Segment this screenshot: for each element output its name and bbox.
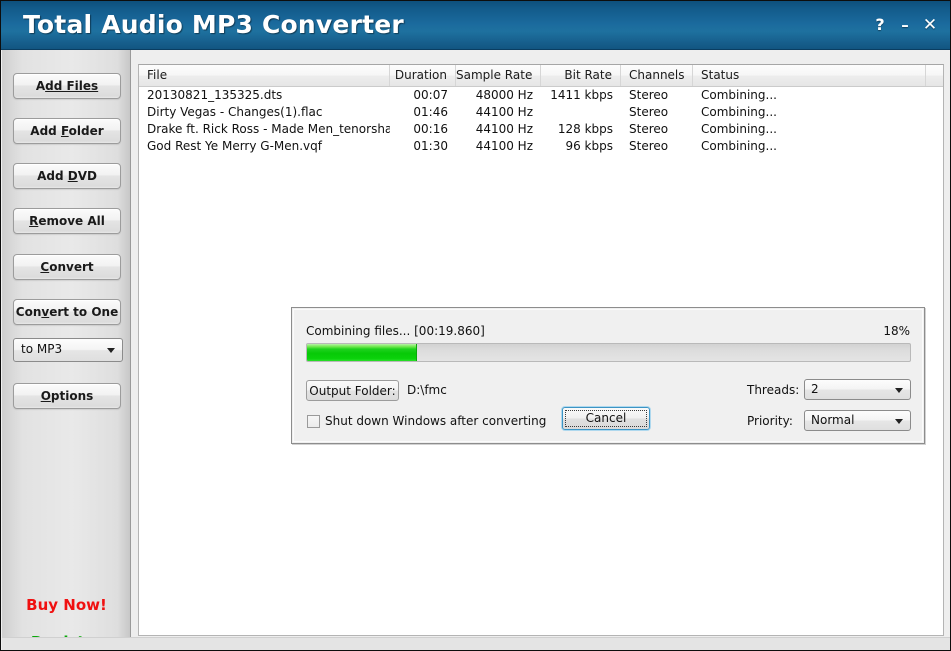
cell-bit_rate: 128 kbps: [557, 122, 613, 136]
cell-file: Drake ft. Rick Ross - Made Men_tenorshar…: [147, 122, 390, 136]
cell-duration: 00:07: [413, 88, 448, 102]
add-files-label: Add Files: [35, 79, 99, 93]
cell-bit_rate: 1411 kbps: [550, 88, 613, 102]
progress-status-text: Combining files... [00:19.860]: [306, 324, 485, 338]
shutdown-checkbox[interactable]: [307, 415, 320, 428]
cell-status: Combining...: [701, 105, 777, 119]
table-row[interactable]: God Rest Ye Merry G-Men.vqf 01:30 44100 Hz…: [139, 138, 943, 155]
progress-dialog: Combining files... [00:19.860] 18% Outpu…: [291, 307, 925, 444]
cell-channels: Stereo: [629, 88, 669, 102]
options-label: Options: [40, 389, 94, 403]
add-files-button[interactable]: Add Files: [13, 73, 121, 99]
column-header-channels[interactable]: Channels: [621, 65, 693, 86]
cell-file: 20130821_135325.dts: [147, 88, 283, 102]
cell-channels: Stereo: [629, 122, 669, 136]
cancel-button-label: Cancel: [585, 411, 627, 425]
cell-file: Dirty Vegas - Changes(1).flac: [147, 105, 323, 119]
convert-to-one-label: Convert to One: [15, 305, 119, 319]
cell-bit_rate: [541, 104, 621, 121]
cell-status: Combining...: [701, 88, 777, 102]
table-row[interactable]: Drake ft. Rick Ross - Made Men_tenorshar…: [139, 121, 943, 138]
chevron-down-icon: [107, 348, 115, 353]
add-folder-label: Add Folder: [30, 124, 104, 138]
cell-sample_rate: 44100 Hz: [475, 122, 533, 136]
output-format-value: to MP3: [21, 342, 63, 356]
progress-percent-label: 18%: [883, 324, 910, 338]
add-folder-button[interactable]: Add Folder: [13, 118, 121, 144]
convert-button[interactable]: Convert: [13, 254, 121, 280]
table-row[interactable]: 20130821_135325.dts 00:07 48000 Hz 1411 kbp…: [139, 87, 943, 104]
main-content: File Duration Sample Rate Bit Rate Channels S…: [131, 50, 950, 650]
bottom-strip: [2, 637, 950, 650]
column-header-bit_rate[interactable]: Bit Rate: [541, 65, 621, 86]
column-header-status[interactable]: Status: [693, 65, 926, 86]
cell-duration: 01:46: [413, 105, 448, 119]
sidebar: Add Files Add Folder Add DVD Remove All …: [2, 50, 131, 650]
progress-dialog-inner: Combining files... [00:19.860] 18% Outpu…: [293, 309, 923, 442]
column-header-sample_rate[interactable]: Sample Rate: [456, 65, 541, 86]
threads-label: Threads:: [747, 383, 800, 397]
application-window: Total Audio MP3 Converter ? – ✕ Add File…: [0, 0, 951, 651]
shutdown-checkbox-label[interactable]: Shut down Windows after converting: [325, 414, 546, 428]
minimize-icon[interactable]: –: [894, 14, 916, 36]
cell-channels: Stereo: [629, 139, 669, 153]
column-header-file[interactable]: File: [139, 65, 390, 86]
add-dvd-button[interactable]: Add DVD: [13, 163, 121, 189]
cell-status: Combining...: [701, 139, 777, 153]
column-header-duration[interactable]: Duration: [390, 65, 456, 86]
file-list-rows: 20130821_135325.dts 00:07 48000 Hz 1411 kbp…: [139, 87, 943, 155]
cell-status: Combining...: [701, 122, 777, 136]
priority-value: Normal: [811, 413, 855, 427]
threads-value: 2: [811, 382, 819, 396]
output-folder-button-label: Output Folder:: [309, 384, 396, 398]
remove-all-label: Remove All: [29, 214, 105, 228]
cell-bit_rate: 96 kbps: [565, 139, 613, 153]
convert-to-one-button[interactable]: Convert to One: [13, 299, 121, 325]
table-row[interactable]: Dirty Vegas - Changes(1).flac 01:46 44100 …: [139, 104, 943, 121]
remove-all-button[interactable]: Remove All: [13, 208, 121, 234]
cancel-button[interactable]: Cancel: [562, 407, 650, 430]
cell-sample_rate: 44100 Hz: [475, 105, 533, 119]
cell-duration: 01:30: [413, 139, 448, 153]
priority-label: Priority:: [747, 414, 793, 428]
close-icon[interactable]: ✕: [919, 14, 941, 36]
threads-select[interactable]: 2: [804, 379, 911, 400]
help-icon[interactable]: ?: [869, 14, 891, 36]
progress-bar: [306, 343, 911, 362]
cell-channels: Stereo: [629, 105, 669, 119]
chevron-down-icon: [895, 419, 903, 424]
priority-select[interactable]: Normal: [804, 410, 911, 431]
cell-file: God Rest Ye Merry G-Men.vqf: [147, 139, 322, 153]
title-bar: Total Audio MP3 Converter ? – ✕: [1, 1, 950, 50]
cell-duration: 00:16: [413, 122, 448, 136]
cell-sample_rate: 48000 Hz: [475, 88, 533, 102]
window-title: Total Audio MP3 Converter: [23, 10, 404, 39]
buy-now-link[interactable]: Buy Now!: [2, 596, 131, 614]
chevron-down-icon: [895, 388, 903, 393]
file-list-header: File Duration Sample Rate Bit Rate Channels S…: [139, 65, 943, 87]
output-folder-button[interactable]: Output Folder:: [306, 380, 399, 401]
output-format-select[interactable]: to MP3: [13, 338, 123, 362]
output-folder-path: D:\fmc: [407, 383, 447, 397]
cell-sample_rate: 44100 Hz: [475, 139, 533, 153]
progress-bar-fill: [307, 344, 417, 361]
add-dvd-label: Add DVD: [37, 169, 97, 183]
convert-label: Convert: [40, 260, 94, 274]
options-button[interactable]: Options: [13, 383, 121, 409]
